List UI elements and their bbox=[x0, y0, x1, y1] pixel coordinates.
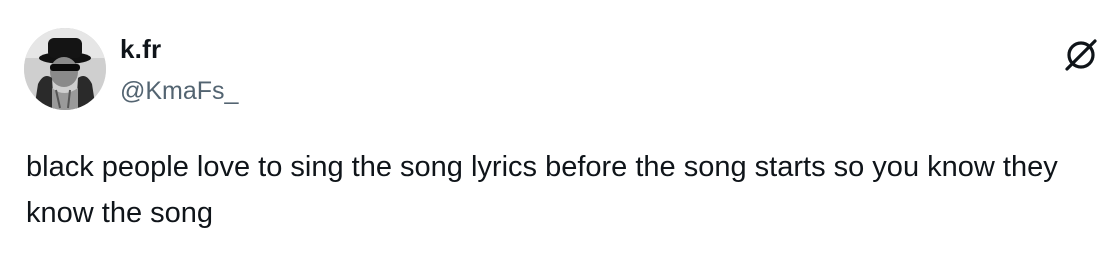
avatar-image bbox=[24, 28, 106, 110]
avatar[interactable] bbox=[24, 28, 106, 110]
tweet-text: black people love to sing the song lyric… bbox=[26, 151, 1058, 229]
author-display-name[interactable]: k.fr bbox=[120, 34, 161, 64]
tweet-card: k.fr @KmaFs_ black people love to sing t… bbox=[0, 0, 1114, 264]
grok-icon[interactable] bbox=[1062, 36, 1100, 74]
author-handle[interactable]: @KmaFs_ bbox=[120, 76, 238, 106]
